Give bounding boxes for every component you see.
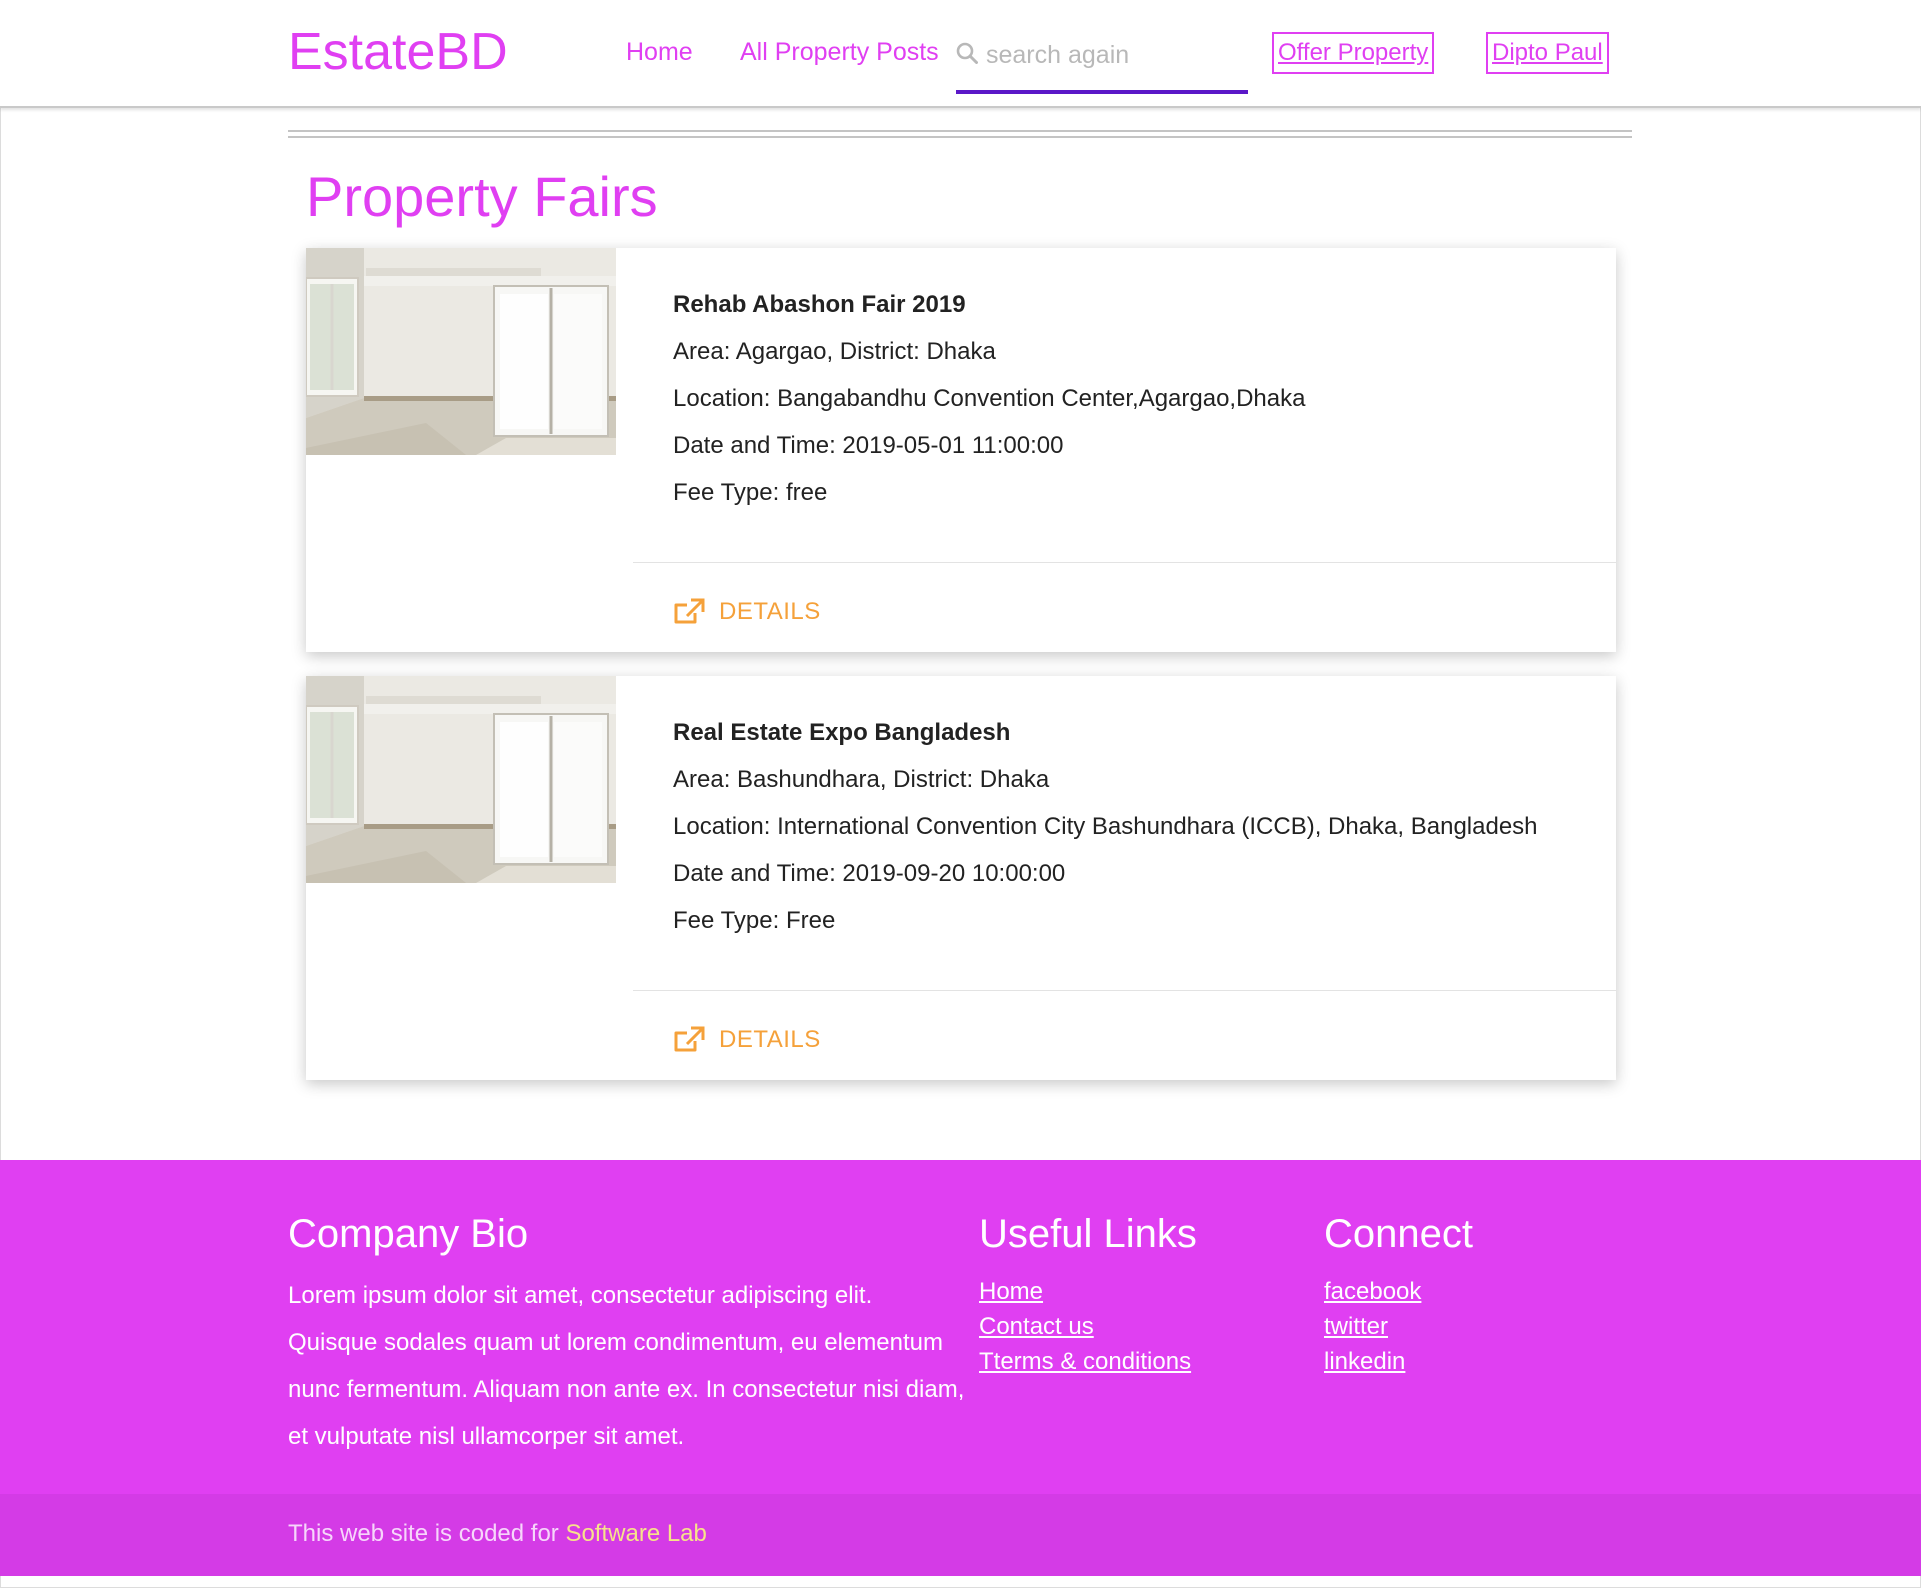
offer-property-button[interactable]: Offer Property xyxy=(1272,32,1435,74)
details-label: DETAILS xyxy=(719,1026,821,1053)
list-item: Tterms & conditions xyxy=(979,1344,1191,1379)
subfooter-caption: This web site is coded for xyxy=(288,1520,566,1547)
empty-room-photo xyxy=(306,676,616,883)
footer-links-heading: Useful Links xyxy=(979,1212,1197,1256)
nav-link-home[interactable]: Home xyxy=(626,38,693,67)
footer-link-contact[interactable]: Contact us xyxy=(979,1313,1094,1340)
footer-link-terms[interactable]: Tterms & conditions xyxy=(979,1348,1191,1375)
fair-card-body: Real Estate Expo Bangladesh Area: Bashun… xyxy=(673,718,1573,936)
search-icon xyxy=(956,42,978,64)
external-link-icon xyxy=(674,1026,705,1052)
page-title: Property Fairs xyxy=(306,165,658,228)
footer-link-facebook[interactable]: facebook xyxy=(1324,1278,1421,1305)
navbar: EstateBD Home All Property Posts Offer P… xyxy=(0,0,1921,108)
footer-link-linkedin[interactable]: linkedin xyxy=(1324,1348,1405,1375)
footer-useful-links: Home Contact us Tterms & conditions xyxy=(979,1274,1191,1379)
fair-card-image xyxy=(306,248,616,455)
external-link-icon xyxy=(674,598,705,624)
footer-link-twitter[interactable]: twitter xyxy=(1324,1313,1388,1340)
footer: Company Bio Lorem ipsum dolor sit amet, … xyxy=(0,1160,1921,1494)
fair-card: Rehab Abashon Fair 2019 Area: Agargao, D… xyxy=(306,248,1616,652)
section-divider xyxy=(288,130,1632,138)
details-button[interactable]: DETAILS xyxy=(673,1020,821,1060)
details-button[interactable]: DETAILS xyxy=(673,592,821,632)
fair-title: Real Estate Expo Bangladesh xyxy=(673,719,1011,746)
subfooter-text: This web site is coded for Software Lab xyxy=(288,1520,707,1548)
fair-location: Location: International Convention City … xyxy=(673,813,1538,840)
footer-bio-heading: Company Bio xyxy=(288,1212,529,1256)
details-label: DETAILS xyxy=(719,598,821,625)
list-item: facebook xyxy=(1324,1274,1421,1309)
fair-area: Area: Agargao, District: Dhaka xyxy=(673,338,996,365)
card-divider xyxy=(633,990,1616,991)
footer-connect-links: facebook twitter linkedin xyxy=(1324,1274,1421,1379)
empty-room-photo xyxy=(306,248,616,455)
user-menu-button[interactable]: Dipto Paul xyxy=(1486,32,1609,74)
nav-link-all-property-posts[interactable]: All Property Posts xyxy=(740,38,939,67)
list-item: twitter xyxy=(1324,1309,1421,1344)
list-item: linkedin xyxy=(1324,1344,1421,1379)
footer-connect-heading: Connect xyxy=(1324,1212,1473,1256)
search-box xyxy=(956,30,1248,94)
search-input[interactable] xyxy=(986,34,1244,76)
card-divider xyxy=(633,562,1616,563)
footer-bio-text: Lorem ipsum dolor sit amet, consectetur … xyxy=(288,1282,965,1450)
brand-logo[interactable]: EstateBD xyxy=(288,22,508,82)
fair-card-body: Rehab Abashon Fair 2019 Area: Agargao, D… xyxy=(673,290,1573,508)
list-item: Home xyxy=(979,1274,1191,1309)
fair-card-image xyxy=(306,676,616,883)
fair-card: Real Estate Expo Bangladesh Area: Bashun… xyxy=(306,676,1616,1080)
fair-datetime: Date and Time: 2019-05-01 11:00:00 xyxy=(673,432,1064,459)
list-item: Contact us xyxy=(979,1309,1191,1344)
fair-datetime: Date and Time: 2019-09-20 10:00:00 xyxy=(673,860,1066,887)
subfooter-link-software-lab[interactable]: Software Lab xyxy=(565,1520,706,1547)
subfooter: This web site is coded for Software Lab xyxy=(0,1494,1921,1576)
fair-area: Area: Bashundhara, District: Dhaka xyxy=(673,766,1050,793)
fair-fee-type: Fee Type: Free xyxy=(673,907,836,934)
fair-fee-type: Fee Type: free xyxy=(673,479,828,506)
footer-link-home[interactable]: Home xyxy=(979,1278,1043,1305)
fair-title: Rehab Abashon Fair 2019 xyxy=(673,291,966,318)
fair-location: Location: Bangabandhu Convention Center,… xyxy=(673,385,1306,412)
